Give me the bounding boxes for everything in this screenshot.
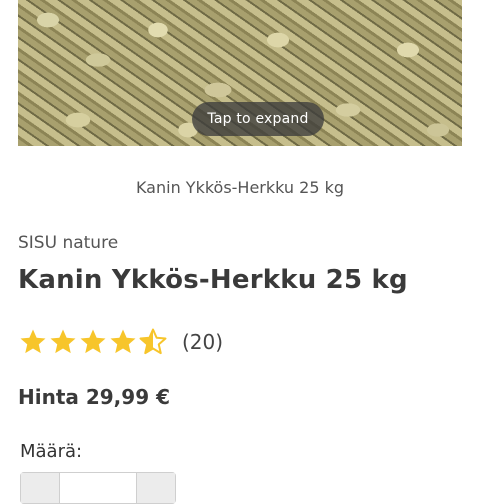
star-icon-half	[139, 328, 167, 355]
decrement-button[interactable]	[21, 473, 60, 503]
star-icon-full	[110, 329, 136, 354]
rating-count[interactable]: (20)	[182, 330, 223, 354]
image-caption: Kanin Ykkös-Herkku 25 kg	[135, 178, 345, 197]
star-icon-full	[80, 329, 106, 354]
product-rating[interactable]: (20)	[18, 325, 223, 359]
quantity-input[interactable]	[60, 473, 136, 503]
product-price: Hinta 29,99 €	[18, 385, 170, 409]
product-image[interactable]: Tap to expand	[18, 0, 462, 146]
quantity-stepper[interactable]	[20, 472, 176, 504]
tap-to-expand-hint[interactable]: Tap to expand	[192, 102, 324, 136]
product-title: Kanin Ykkös-Herkku 25 kg	[18, 265, 408, 295]
star-icon-full	[20, 329, 46, 354]
product-brand[interactable]: SISU nature	[18, 233, 118, 253]
increment-button[interactable]	[136, 473, 175, 503]
quantity-label: Määrä:	[20, 441, 83, 462]
star-icon-full	[50, 329, 76, 354]
